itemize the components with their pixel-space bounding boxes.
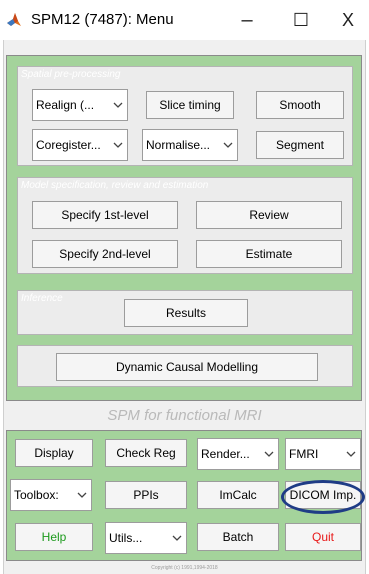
display-button[interactable]: Display bbox=[15, 439, 93, 467]
dcm-button[interactable]: Dynamic Causal Modelling bbox=[56, 353, 318, 381]
quit-button[interactable]: Quit bbox=[285, 523, 361, 551]
specify-2nd-level-button[interactable]: Specify 2nd-level bbox=[32, 240, 178, 268]
batch-button[interactable]: Batch bbox=[197, 523, 279, 551]
dcm-section: Dynamic Causal Modelling bbox=[17, 345, 353, 387]
model-label: Model specification, review and estimati… bbox=[21, 180, 209, 191]
matlab-logo-icon bbox=[7, 13, 21, 26]
modality-popup-value: FMRI bbox=[289, 447, 319, 461]
normalise-popup-value: Normalise... bbox=[146, 138, 211, 152]
slice-timing-button[interactable]: Slice timing bbox=[146, 91, 234, 119]
imcalc-button[interactable]: ImCalc bbox=[197, 481, 279, 509]
coregister-popup-value: Coregister... bbox=[36, 138, 101, 152]
chevron-down-icon bbox=[172, 535, 182, 541]
maximize-button[interactable]: ☐ bbox=[286, 6, 316, 34]
close-button[interactable]: X bbox=[333, 6, 363, 34]
toolbox-popup-value: Toolbox: bbox=[14, 488, 59, 502]
realign-popup[interactable]: Realign (... bbox=[32, 89, 128, 121]
ppis-button[interactable]: PPIs bbox=[105, 481, 187, 509]
normalise-popup[interactable]: Normalise... bbox=[142, 129, 238, 161]
render-popup[interactable]: Render... bbox=[197, 438, 279, 470]
render-popup-value: Render... bbox=[201, 447, 250, 461]
coregister-popup[interactable]: Coregister... bbox=[32, 129, 128, 161]
preprocessing-label: Spatial pre-processing bbox=[21, 69, 121, 80]
chevron-down-icon bbox=[113, 102, 123, 108]
dicom-highlight-ring bbox=[281, 480, 365, 514]
specify-1st-level-button[interactable]: Specify 1st-level bbox=[32, 201, 178, 229]
chevron-down-icon bbox=[223, 142, 233, 148]
check-reg-button[interactable]: Check Reg bbox=[105, 439, 187, 467]
chevron-down-icon bbox=[77, 492, 87, 498]
title-bar: SPM12 (7487): Menu – ☐ X bbox=[0, 0, 369, 40]
help-button[interactable]: Help bbox=[15, 523, 93, 551]
copyright-text: Copyright (c) 1991,1994-2018 bbox=[151, 565, 218, 571]
modality-popup[interactable]: FMRI bbox=[285, 438, 361, 470]
utils-popup-value: Utils... bbox=[109, 531, 143, 545]
spm-mode-title: SPM for functional MRI bbox=[107, 407, 262, 424]
chevron-down-icon bbox=[346, 451, 356, 457]
main-menu-panel: Spatial pre-processing Realign (... Slic… bbox=[6, 55, 362, 401]
utils-popup[interactable]: Utils... bbox=[105, 522, 187, 554]
smooth-button[interactable]: Smooth bbox=[256, 91, 344, 119]
segment-button[interactable]: Segment bbox=[256, 131, 344, 159]
model-section: Model specification, review and estimati… bbox=[17, 177, 353, 274]
chevron-down-icon bbox=[264, 451, 274, 457]
toolbox-popup[interactable]: Toolbox: bbox=[10, 479, 92, 511]
minimize-button[interactable]: – bbox=[232, 6, 262, 34]
estimate-button[interactable]: Estimate bbox=[196, 240, 342, 268]
inference-label: Inference bbox=[21, 293, 63, 304]
window-title: SPM12 (7487): Menu bbox=[31, 11, 174, 28]
realign-popup-value: Realign (... bbox=[36, 98, 95, 112]
chevron-down-icon bbox=[113, 142, 123, 148]
review-button[interactable]: Review bbox=[196, 201, 342, 229]
inference-section: Inference Results bbox=[17, 290, 353, 335]
results-button[interactable]: Results bbox=[124, 299, 248, 327]
preprocessing-section: Spatial pre-processing Realign (... Slic… bbox=[17, 66, 353, 166]
